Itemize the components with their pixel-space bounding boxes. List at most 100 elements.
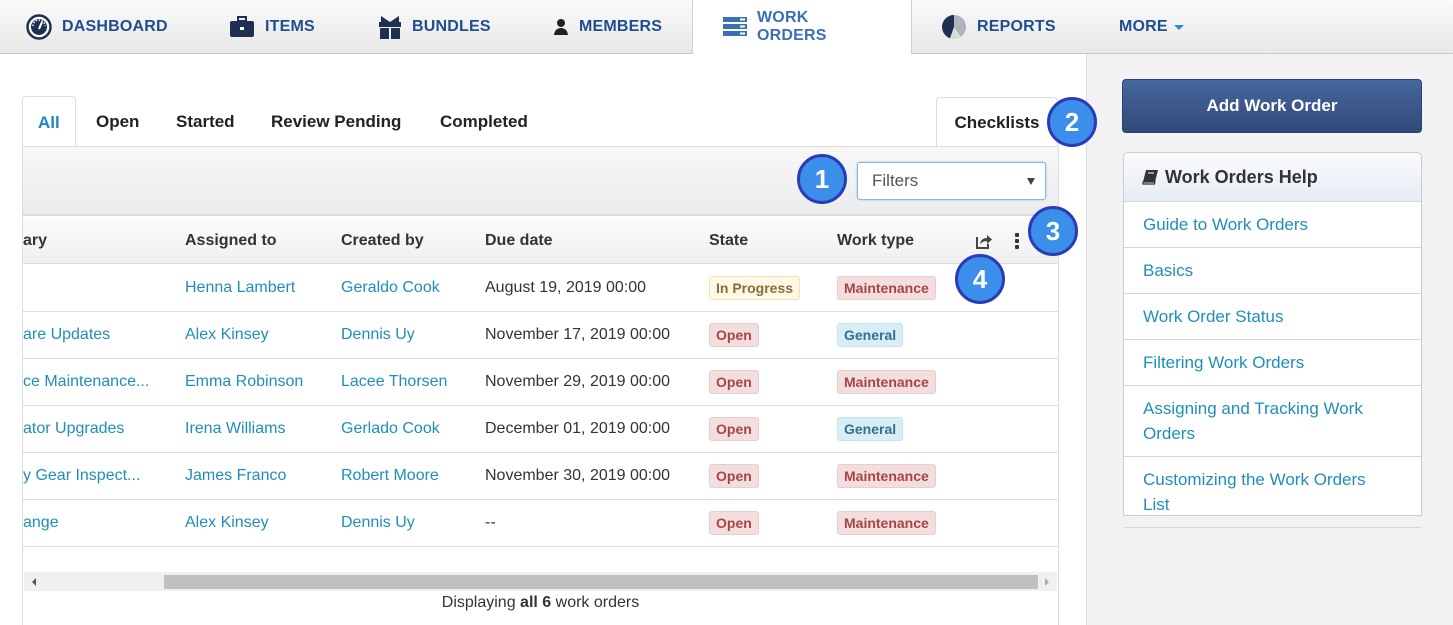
nav-work-orders[interactable]: WORK ORDERS — [692, 0, 912, 54]
tab-started[interactable]: Started — [176, 96, 235, 147]
cell-created-by[interactable]: Dennis Uy — [341, 514, 415, 532]
help-link-filtering[interactable]: Filtering Work Orders — [1124, 340, 1421, 386]
nav-label: MORE — [1119, 17, 1168, 35]
cell-assigned-to[interactable]: Emma Robinson — [185, 373, 303, 391]
cell-created-by[interactable]: Robert Moore — [341, 467, 439, 485]
gift-icon — [378, 14, 402, 40]
cell-assigned-to[interactable]: Alex Kinsey — [185, 326, 269, 344]
cell-created-by[interactable]: Gerlado Cook — [341, 420, 440, 438]
cell-work-type: Maintenance — [837, 500, 936, 546]
work-type-badge: Maintenance — [837, 511, 936, 535]
work-type-badge: Maintenance — [837, 276, 936, 300]
header-summary[interactable]: ary — [23, 217, 47, 264]
results-prefix: Displaying — [441, 594, 521, 611]
cell-summary: y Gear Inspect... — [23, 453, 140, 499]
filters-dropdown[interactable]: Filters — [857, 162, 1046, 200]
book-icon — [1142, 169, 1159, 185]
work-orders-panel: Filters ary Assigned to Created by Due d… — [22, 146, 1059, 625]
help-link-customizing[interactable]: Customizing the Work Orders List — [1124, 457, 1421, 528]
state-badge: Open — [709, 511, 759, 535]
table-row[interactable]: are Updates Alex Kinsey Dennis Uy November … — [23, 312, 1058, 359]
header-created-by[interactable]: Created by — [341, 217, 424, 264]
nav-label: BUNDLES — [412, 17, 491, 35]
work-type-badge: Maintenance — [837, 370, 936, 394]
cell-due-date: November 30, 2019 00:00 — [485, 453, 670, 499]
cell-created-by: Gerlado Cook — [341, 406, 440, 452]
tab-review-pending[interactable]: Review Pending — [271, 96, 401, 147]
cell-summary[interactable]: ator Upgrades — [23, 420, 124, 438]
nav-label: MEMBERS — [579, 17, 663, 35]
tab-checklists[interactable]: Checklists — [936, 97, 1058, 147]
pie-chart-icon — [941, 14, 967, 40]
cell-due-date: -- — [485, 500, 496, 546]
cell-summary[interactable]: ange — [23, 514, 59, 532]
nav-items[interactable]: ITEMS — [229, 0, 315, 53]
scrollbar-thumb[interactable] — [164, 575, 1038, 589]
cell-summary: ce Maintenance... — [23, 359, 149, 405]
nav-label: DASHBOARD — [62, 17, 168, 35]
help-panel-header: Work Orders Help — [1124, 153, 1421, 202]
cell-state: Open — [709, 359, 759, 405]
nav-dashboard[interactable]: DASHBOARD — [26, 0, 168, 53]
help-link-assigning[interactable]: Assigning and Tracking Work Orders — [1124, 386, 1421, 457]
cell-state: Open — [709, 312, 759, 358]
horizontal-scrollbar[interactable] — [24, 572, 1057, 591]
table-row[interactable]: ce Maintenance... Emma Robinson Lacee Thor… — [23, 359, 1058, 406]
cell-created-by[interactable]: Lacee Thorsen — [341, 373, 447, 391]
cell-created-by: Dennis Uy — [341, 312, 415, 358]
cell-summary[interactable]: ce Maintenance... — [23, 373, 149, 391]
header-state[interactable]: State — [709, 217, 748, 264]
cell-assigned-to: Emma Robinson — [185, 359, 303, 405]
nav-bundles[interactable]: BUNDLES — [378, 0, 491, 53]
table-row[interactable]: ator Upgrades Irena Williams Gerlado Cook D… — [23, 406, 1058, 453]
cell-assigned-to[interactable]: Alex Kinsey — [185, 514, 269, 532]
cell-due-date: November 17, 2019 00:00 — [485, 326, 671, 343]
header-work-type[interactable]: Work type — [837, 217, 914, 264]
cell-state: Open — [709, 453, 759, 499]
filters-label: Filters — [872, 171, 919, 190]
help-link-status[interactable]: Work Order Status — [1124, 294, 1421, 340]
add-work-order-button[interactable]: Add Work Order — [1122, 79, 1422, 133]
column-options-kebab-icon[interactable] — [1014, 217, 1020, 264]
cell-assigned-to: Alex Kinsey — [185, 500, 269, 546]
cell-work-type: Maintenance — [837, 265, 936, 311]
cell-work-type: General — [837, 312, 904, 358]
table-header: ary Assigned to Created by Due date Stat… — [23, 217, 1058, 264]
tab-all[interactable]: All — [22, 96, 76, 148]
scroll-right-icon[interactable] — [1045, 578, 1049, 586]
cell-state: Open — [709, 500, 759, 546]
cell-work-type: Maintenance — [837, 359, 936, 405]
cell-summary[interactable]: are Updates — [23, 326, 110, 344]
cell-created-by: Lacee Thorsen — [341, 359, 447, 405]
tab-open[interactable]: Open — [96, 96, 139, 147]
cell-assigned-to[interactable]: Henna Lambert — [185, 279, 295, 297]
table-toolbar: Filters — [23, 147, 1058, 216]
results-summary: Displaying all 6 work orders — [23, 594, 1058, 612]
table-row[interactable]: ange Alex Kinsey Dennis Uy -- Open Maintenanc… — [23, 500, 1058, 547]
table-row[interactable]: y Gear Inspect... James Franco Robert Moor… — [23, 453, 1058, 500]
cell-summary: are Updates — [23, 312, 110, 358]
nav-more[interactable]: MORE — [1119, 0, 1184, 53]
table-row[interactable]: Henna Lambert Geraldo Cook August 19, 2019… — [23, 265, 1058, 312]
header-due-date[interactable]: Due date — [485, 217, 553, 264]
cell-summary[interactable]: y Gear Inspect... — [23, 467, 140, 485]
callout-2: 2 — [1047, 97, 1097, 147]
cell-assigned-to[interactable]: James Franco — [185, 467, 286, 485]
cell-assigned-to: Alex Kinsey — [185, 312, 269, 358]
cell-due-date: December 01, 2019 00:00 — [485, 420, 671, 437]
cell-due-date: November 30, 2019 00:00 — [485, 467, 671, 484]
help-title: Work Orders Help — [1165, 166, 1318, 187]
server-list-icon — [723, 17, 747, 37]
scroll-left-icon[interactable] — [32, 578, 36, 586]
help-link-basics[interactable]: Basics — [1124, 248, 1421, 294]
state-badge: Open — [709, 323, 759, 347]
cell-assigned-to[interactable]: Irena Williams — [185, 420, 285, 438]
cell-state: Open — [709, 406, 759, 452]
header-assigned-to[interactable]: Assigned to — [185, 217, 277, 264]
cell-created-by[interactable]: Geraldo Cook — [341, 279, 440, 297]
tab-completed[interactable]: Completed — [440, 96, 528, 147]
cell-created-by[interactable]: Dennis Uy — [341, 326, 415, 344]
help-link-guide[interactable]: Guide to Work Orders — [1124, 202, 1421, 248]
nav-reports[interactable]: REPORTS — [941, 0, 1056, 53]
nav-members[interactable]: MEMBERS — [553, 0, 662, 53]
